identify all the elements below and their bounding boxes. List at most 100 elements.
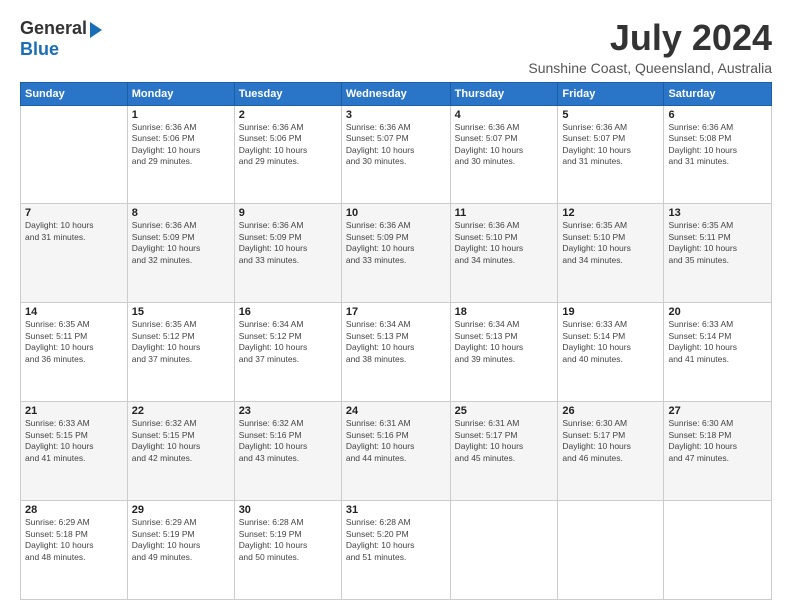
cell-info-text: Sunrise: 6:31 AM Sunset: 5:16 PM Dayligh… bbox=[346, 418, 446, 464]
table-row: 18Sunrise: 6:34 AM Sunset: 5:13 PM Dayli… bbox=[450, 303, 558, 402]
table-row: 4Sunrise: 6:36 AM Sunset: 5:07 PM Daylig… bbox=[450, 105, 558, 204]
table-row: 24Sunrise: 6:31 AM Sunset: 5:16 PM Dayli… bbox=[341, 402, 450, 501]
cell-info-text: Sunrise: 6:36 AM Sunset: 5:10 PM Dayligh… bbox=[455, 220, 554, 266]
cell-day-number: 19 bbox=[562, 306, 659, 318]
cell-info-text: Sunrise: 6:33 AM Sunset: 5:14 PM Dayligh… bbox=[668, 319, 767, 365]
cell-day-number: 2 bbox=[239, 109, 337, 121]
table-row: 25Sunrise: 6:31 AM Sunset: 5:17 PM Dayli… bbox=[450, 402, 558, 501]
table-row: 17Sunrise: 6:34 AM Sunset: 5:13 PM Dayli… bbox=[341, 303, 450, 402]
cell-day-number: 30 bbox=[239, 504, 337, 516]
logo-arrow-icon bbox=[90, 22, 102, 38]
cell-day-number: 11 bbox=[455, 207, 554, 219]
table-row: 28Sunrise: 6:29 AM Sunset: 5:18 PM Dayli… bbox=[21, 501, 128, 600]
logo-blue-text: Blue bbox=[20, 39, 59, 60]
cell-info-text: Sunrise: 6:29 AM Sunset: 5:19 PM Dayligh… bbox=[132, 517, 230, 563]
cell-info-text: Sunrise: 6:36 AM Sunset: 5:07 PM Dayligh… bbox=[455, 122, 554, 168]
table-row: 16Sunrise: 6:34 AM Sunset: 5:12 PM Dayli… bbox=[234, 303, 341, 402]
logo: General Blue bbox=[20, 18, 102, 60]
col-tuesday: Tuesday bbox=[234, 82, 341, 105]
cell-day-number: 9 bbox=[239, 207, 337, 219]
cell-day-number: 29 bbox=[132, 504, 230, 516]
cell-info-text: Sunrise: 6:28 AM Sunset: 5:20 PM Dayligh… bbox=[346, 517, 446, 563]
table-row: 20Sunrise: 6:33 AM Sunset: 5:14 PM Dayli… bbox=[664, 303, 772, 402]
cell-info-text: Sunrise: 6:35 AM Sunset: 5:11 PM Dayligh… bbox=[25, 319, 123, 365]
cell-info-text: Sunrise: 6:30 AM Sunset: 5:17 PM Dayligh… bbox=[562, 418, 659, 464]
cell-day-number: 17 bbox=[346, 306, 446, 318]
cell-day-number: 22 bbox=[132, 405, 230, 417]
cell-day-number: 16 bbox=[239, 306, 337, 318]
cell-day-number: 10 bbox=[346, 207, 446, 219]
cell-info-text: Sunrise: 6:31 AM Sunset: 5:17 PM Dayligh… bbox=[455, 418, 554, 464]
cell-info-text: Sunrise: 6:33 AM Sunset: 5:15 PM Dayligh… bbox=[25, 418, 123, 464]
cell-day-number: 7 bbox=[25, 207, 123, 219]
table-row: 2Sunrise: 6:36 AM Sunset: 5:06 PM Daylig… bbox=[234, 105, 341, 204]
cell-day-number: 28 bbox=[25, 504, 123, 516]
calendar-table: Sunday Monday Tuesday Wednesday Thursday… bbox=[20, 82, 772, 600]
cell-info-text: Sunrise: 6:36 AM Sunset: 5:09 PM Dayligh… bbox=[132, 220, 230, 266]
calendar-title: July 2024 bbox=[528, 18, 772, 58]
cell-day-number: 12 bbox=[562, 207, 659, 219]
cell-info-text: Sunrise: 6:33 AM Sunset: 5:14 PM Dayligh… bbox=[562, 319, 659, 365]
calendar-week-row: 14Sunrise: 6:35 AM Sunset: 5:11 PM Dayli… bbox=[21, 303, 772, 402]
cell-info-text: Sunrise: 6:36 AM Sunset: 5:07 PM Dayligh… bbox=[562, 122, 659, 168]
cell-info-text: Sunrise: 6:34 AM Sunset: 5:12 PM Dayligh… bbox=[239, 319, 337, 365]
table-row bbox=[21, 105, 128, 204]
table-row: 26Sunrise: 6:30 AM Sunset: 5:17 PM Dayli… bbox=[558, 402, 664, 501]
table-row: 5Sunrise: 6:36 AM Sunset: 5:07 PM Daylig… bbox=[558, 105, 664, 204]
calendar-week-row: 28Sunrise: 6:29 AM Sunset: 5:18 PM Dayli… bbox=[21, 501, 772, 600]
cell-info-text: Sunrise: 6:29 AM Sunset: 5:18 PM Dayligh… bbox=[25, 517, 123, 563]
cell-day-number: 14 bbox=[25, 306, 123, 318]
cell-day-number: 5 bbox=[562, 109, 659, 121]
cell-info-text: Sunrise: 6:35 AM Sunset: 5:12 PM Dayligh… bbox=[132, 319, 230, 365]
cell-info-text: Sunrise: 6:30 AM Sunset: 5:18 PM Dayligh… bbox=[668, 418, 767, 464]
calendar-week-row: 7Daylight: 10 hours and 31 minutes.8Sunr… bbox=[21, 204, 772, 303]
table-row: 7Daylight: 10 hours and 31 minutes. bbox=[21, 204, 128, 303]
cell-day-number: 15 bbox=[132, 306, 230, 318]
cell-day-number: 26 bbox=[562, 405, 659, 417]
cell-info-text: Sunrise: 6:34 AM Sunset: 5:13 PM Dayligh… bbox=[455, 319, 554, 365]
table-row: 30Sunrise: 6:28 AM Sunset: 5:19 PM Dayli… bbox=[234, 501, 341, 600]
logo-general: General bbox=[20, 18, 87, 39]
calendar-week-row: 21Sunrise: 6:33 AM Sunset: 5:15 PM Dayli… bbox=[21, 402, 772, 501]
cell-day-number: 6 bbox=[668, 109, 767, 121]
table-row: 11Sunrise: 6:36 AM Sunset: 5:10 PM Dayli… bbox=[450, 204, 558, 303]
col-friday: Friday bbox=[558, 82, 664, 105]
calendar-header-row: Sunday Monday Tuesday Wednesday Thursday… bbox=[21, 82, 772, 105]
table-row: 23Sunrise: 6:32 AM Sunset: 5:16 PM Dayli… bbox=[234, 402, 341, 501]
cell-info-text: Sunrise: 6:36 AM Sunset: 5:09 PM Dayligh… bbox=[239, 220, 337, 266]
cell-day-number: 1 bbox=[132, 109, 230, 121]
table-row: 12Sunrise: 6:35 AM Sunset: 5:10 PM Dayli… bbox=[558, 204, 664, 303]
cell-day-number: 3 bbox=[346, 109, 446, 121]
header: General Blue July 2024 Sunshine Coast, Q… bbox=[20, 18, 772, 76]
table-row: 8Sunrise: 6:36 AM Sunset: 5:09 PM Daylig… bbox=[127, 204, 234, 303]
table-row: 27Sunrise: 6:30 AM Sunset: 5:18 PM Dayli… bbox=[664, 402, 772, 501]
cell-day-number: 25 bbox=[455, 405, 554, 417]
table-row: 21Sunrise: 6:33 AM Sunset: 5:15 PM Dayli… bbox=[21, 402, 128, 501]
cell-day-number: 23 bbox=[239, 405, 337, 417]
cell-day-number: 31 bbox=[346, 504, 446, 516]
cell-info-text: Sunrise: 6:34 AM Sunset: 5:13 PM Dayligh… bbox=[346, 319, 446, 365]
table-row: 10Sunrise: 6:36 AM Sunset: 5:09 PM Dayli… bbox=[341, 204, 450, 303]
cell-day-number: 4 bbox=[455, 109, 554, 121]
cell-day-number: 18 bbox=[455, 306, 554, 318]
cell-info-text: Sunrise: 6:36 AM Sunset: 5:07 PM Dayligh… bbox=[346, 122, 446, 168]
table-row: 13Sunrise: 6:35 AM Sunset: 5:11 PM Dayli… bbox=[664, 204, 772, 303]
page: General Blue July 2024 Sunshine Coast, Q… bbox=[0, 0, 792, 612]
table-row bbox=[558, 501, 664, 600]
cell-day-number: 8 bbox=[132, 207, 230, 219]
cell-info-text: Sunrise: 6:36 AM Sunset: 5:09 PM Dayligh… bbox=[346, 220, 446, 266]
cell-info-text: Sunrise: 6:28 AM Sunset: 5:19 PM Dayligh… bbox=[239, 517, 337, 563]
cell-info-text: Sunrise: 6:35 AM Sunset: 5:10 PM Dayligh… bbox=[562, 220, 659, 266]
col-monday: Monday bbox=[127, 82, 234, 105]
table-row: 6Sunrise: 6:36 AM Sunset: 5:08 PM Daylig… bbox=[664, 105, 772, 204]
table-row: 19Sunrise: 6:33 AM Sunset: 5:14 PM Dayli… bbox=[558, 303, 664, 402]
title-block: July 2024 Sunshine Coast, Queensland, Au… bbox=[528, 18, 772, 76]
cell-day-number: 27 bbox=[668, 405, 767, 417]
cell-info-text: Sunrise: 6:32 AM Sunset: 5:15 PM Dayligh… bbox=[132, 418, 230, 464]
col-saturday: Saturday bbox=[664, 82, 772, 105]
cell-info-text: Daylight: 10 hours and 31 minutes. bbox=[25, 220, 123, 243]
cell-info-text: Sunrise: 6:36 AM Sunset: 5:06 PM Dayligh… bbox=[132, 122, 230, 168]
table-row: 9Sunrise: 6:36 AM Sunset: 5:09 PM Daylig… bbox=[234, 204, 341, 303]
calendar-week-row: 1Sunrise: 6:36 AM Sunset: 5:06 PM Daylig… bbox=[21, 105, 772, 204]
table-row: 22Sunrise: 6:32 AM Sunset: 5:15 PM Dayli… bbox=[127, 402, 234, 501]
